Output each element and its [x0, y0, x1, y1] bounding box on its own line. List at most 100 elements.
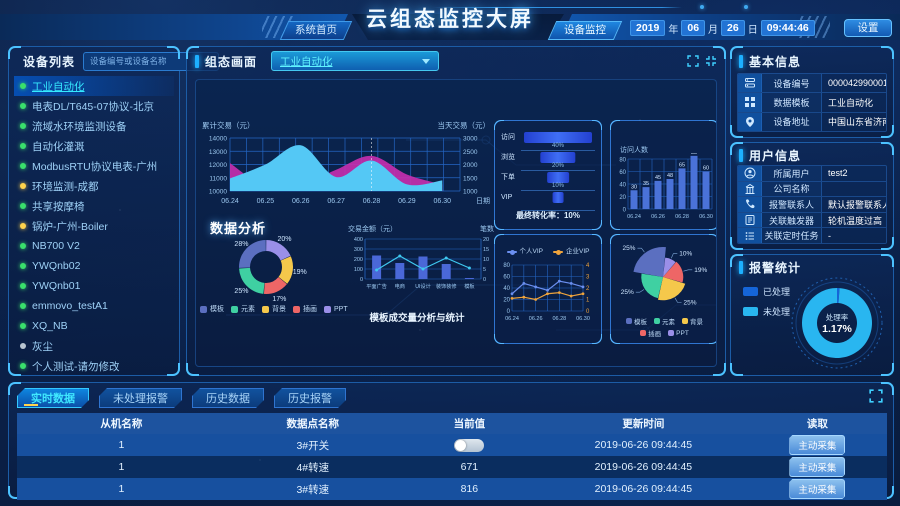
category-rose-panel: 25%10%19%25%25% 模板元素背景插画PPT [610, 234, 717, 344]
svg-text:06.30: 06.30 [434, 198, 452, 205]
svg-text:06.28: 06.28 [552, 316, 566, 322]
table-row: 1 3#转速 816 2019-06-26 09:44:45 主动采集 [17, 478, 887, 500]
time-field[interactable]: 09:44:46 [761, 20, 815, 36]
svg-text:06.26: 06.26 [651, 214, 665, 220]
device-label: NB700 V2 [32, 240, 80, 252]
device-status-dot [20, 183, 26, 189]
day-field[interactable]: 26 [721, 20, 745, 36]
info-label: 公司名称 [762, 182, 822, 197]
alarm-donut-chart [785, 271, 889, 375]
svg-text:20: 20 [619, 195, 626, 201]
device-list-item[interactable]: 共享按摩椅 [14, 196, 174, 216]
trade-by-category-title: 模板成交量分析与统计 [337, 310, 497, 324]
legend-item[interactable]: 插画 [640, 328, 661, 338]
collect-button[interactable]: 主动采集 [789, 457, 845, 477]
svg-text:06.28: 06.28 [363, 198, 381, 205]
device-label: ModbusRTU协议电表-广州 [32, 159, 157, 174]
device-list-item[interactable]: 锅炉-广州-Boiler [14, 216, 174, 236]
visitors-panel: 访问人数 0204060803006.24354506.26486506.288… [610, 120, 717, 230]
info-label: 所属用户 [762, 166, 822, 181]
legend-item[interactable]: 背景 [682, 316, 703, 326]
device-list-item[interactable]: 个人测试-请勿修改 [14, 356, 174, 376]
legend-item[interactable]: 元素 [654, 316, 675, 326]
trigger-icon [744, 214, 756, 226]
legend-item[interactable]: 个人VIP [507, 245, 543, 255]
legend-item[interactable]: 插画 [293, 304, 317, 314]
settings-button[interactable]: 设置 [844, 19, 892, 37]
tab-device-monitor[interactable]: 设备监控 [548, 21, 622, 40]
svg-text:1500: 1500 [463, 175, 478, 182]
bottom-tabs: 实时数据 未处理报警 历史数据 历史报警 [17, 388, 346, 408]
device-status-dot [20, 303, 26, 309]
info-value: 默认报警联系人 [822, 197, 886, 212]
collect-button[interactable]: 主动采集 [789, 435, 845, 455]
device-label: 流域水环境监测设备 [32, 119, 127, 134]
legend-item[interactable]: 模板 [200, 304, 224, 314]
device-list-item[interactable]: YWQnb01 [14, 276, 174, 296]
device-list-item[interactable]: NB700 V2 [14, 236, 174, 256]
svg-text:06.27: 06.27 [327, 198, 345, 205]
device-list-item[interactable]: ModbusRTU协议电表-广州 [14, 156, 174, 176]
svg-text:1: 1 [586, 298, 590, 304]
legend-item[interactable]: 背景 [262, 304, 286, 314]
cell-point-name: 3#开关 [226, 434, 400, 456]
screen-select-dropdown[interactable]: 工业自动化 [271, 51, 439, 71]
device-list-item[interactable]: 流域水环境监测设备 [14, 116, 174, 136]
month-field[interactable]: 06 [681, 20, 705, 36]
legend-item[interactable]: PPT [668, 328, 689, 338]
svg-text:5: 5 [483, 267, 486, 273]
fullscreen-icon[interactable] [687, 55, 699, 67]
panel-accent-bar [739, 55, 743, 68]
svg-text:60: 60 [703, 166, 709, 172]
device-list-item[interactable]: 灰尘 [14, 336, 174, 356]
svg-text:15: 15 [483, 247, 489, 253]
svg-text:60: 60 [503, 275, 510, 281]
svg-text:0: 0 [586, 309, 590, 315]
toggle-switch[interactable] [454, 439, 484, 452]
bottom-tab[interactable]: 历史数据 [192, 388, 264, 408]
bottom-tab[interactable]: 实时数据 [17, 388, 89, 408]
tab-system-home[interactable]: 系统首页 [280, 21, 352, 40]
device-list-item[interactable]: 自动化灌溉 [14, 136, 174, 156]
device-list-item[interactable]: 电表DL/T645-07协议-北京 [14, 96, 174, 116]
svg-text:25%: 25% [234, 288, 248, 295]
device-list-item[interactable]: YWQnb02 [14, 256, 174, 276]
year-unit: 年 [668, 21, 678, 36]
trade-trend-plot: 1000011000120001300014000100015002000250… [200, 133, 492, 217]
bottom-tab[interactable]: 未处理报警 [99, 388, 182, 408]
svg-text:06.24: 06.24 [505, 316, 519, 322]
svg-text:模板: 模板 [464, 282, 475, 290]
vip-lines-legend: 个人VIP 企业VIP [495, 245, 601, 255]
device-list-item[interactable]: 环境监测-成都 [14, 176, 174, 196]
alarm-legend-item[interactable]: 已处理 [743, 285, 790, 298]
year-field[interactable]: 2019 [630, 20, 665, 36]
tab-device-monitor-label: 设备监控 [553, 22, 617, 39]
device-list-item[interactable]: emmovo_testA1 [14, 296, 174, 316]
device-list-item[interactable]: XQ_NB [14, 316, 174, 336]
legend-item[interactable]: 企业VIP [553, 245, 589, 255]
alarm-stats-panel: 报警统计 已处理 未处理 处理率 1.17% [730, 254, 894, 376]
info-row: 报警联系人 默认报警联系人 [738, 196, 886, 212]
device-list-item[interactable]: 工业自动化 [14, 76, 174, 96]
cell-update-time: 2019-06-26 09:44:45 [539, 456, 748, 478]
cell-read-action: 主动采集 [748, 456, 887, 478]
info-row: 数据模板 工业自动化 [738, 92, 886, 111]
bottom-tab[interactable]: 历史报警 [274, 388, 346, 408]
barline-right-axis-label: 笔数 [480, 224, 494, 234]
info-value: 中国山东省济南... [822, 113, 886, 131]
info-row: 设备地址 中国山东省济南... [738, 112, 886, 131]
funnel-row: 浏览20% [501, 151, 595, 171]
table-row: 1 3#开关 2019-06-26 09:44:45 主动采集 [17, 434, 887, 456]
info-label: 设备地址 [762, 113, 822, 131]
alarm-legend-item[interactable]: 未处理 [743, 305, 790, 318]
svg-text:11000: 11000 [209, 175, 227, 182]
legend-item[interactable]: 模板 [626, 316, 647, 326]
cell-read-action: 主动采集 [748, 434, 887, 456]
legend-item[interactable]: 元素 [231, 304, 255, 314]
task-list-icon [744, 230, 756, 242]
fullscreen-icon[interactable] [869, 389, 883, 403]
tab-system-home-label: 系统首页 [285, 22, 347, 39]
exit-fullscreen-icon[interactable] [705, 55, 717, 67]
collect-button[interactable]: 主动采集 [789, 479, 845, 499]
info-value: 0000429900012... [822, 74, 886, 92]
